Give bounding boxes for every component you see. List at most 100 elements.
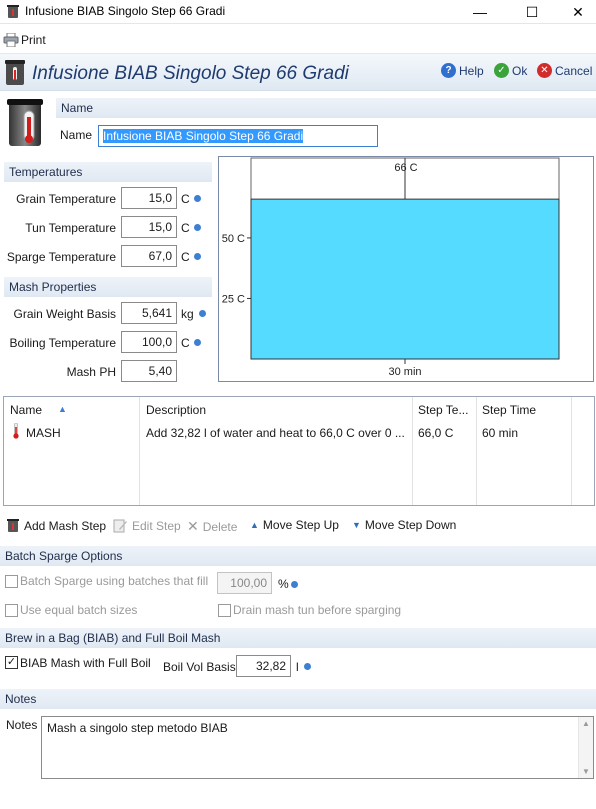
grain-weight-label: Grain Weight Basis bbox=[13, 307, 117, 321]
column-header-name[interactable]: Name bbox=[10, 403, 42, 417]
column-header-step-time[interactable]: Step Time bbox=[482, 403, 536, 417]
printer-icon[interactable] bbox=[3, 33, 19, 47]
mash-profile-area bbox=[250, 198, 560, 360]
boiling-temp-input[interactable]: 100,0 bbox=[121, 331, 177, 353]
unit-dot-icon[interactable] bbox=[194, 253, 201, 260]
column-header-description[interactable]: Description bbox=[146, 403, 206, 417]
move-step-up-label: Move Step Up bbox=[262, 518, 339, 532]
sort-ascending-icon: ▲ bbox=[58, 404, 67, 414]
column-separator bbox=[412, 397, 413, 505]
mash-ph-label: Mash PH bbox=[66, 365, 116, 379]
scroll-down-icon[interactable]: ▼ bbox=[582, 767, 590, 776]
add-mash-step-label: Add Mash Step bbox=[24, 518, 107, 533]
sparge-temp-label: Sparge Temperature bbox=[6, 250, 116, 264]
grain-weight-input[interactable]: 5,641 bbox=[121, 302, 177, 324]
sparge-temp-unit: C bbox=[181, 250, 190, 264]
checkmark-icon: ✓ bbox=[494, 63, 509, 78]
temperatures-header: Temperatures bbox=[4, 162, 212, 182]
biab-header: Brew in a Bag (BIAB) and Full Boil Mash bbox=[0, 628, 596, 648]
move-step-down-button[interactable]: ▼ Move Step Down bbox=[352, 518, 456, 532]
drain-mash-checkbox[interactable] bbox=[218, 604, 231, 617]
unit-dot-icon[interactable] bbox=[199, 310, 206, 317]
ok-label: Ok bbox=[512, 63, 528, 78]
unit-dot-icon[interactable] bbox=[291, 581, 298, 588]
move-step-up-button[interactable]: ▲ Move Step Up bbox=[250, 518, 339, 532]
notes-scrollbar[interactable]: ▲ ▼ bbox=[578, 717, 593, 778]
equal-batch-checkbox[interactable] bbox=[5, 604, 18, 617]
boil-vol-unit: l bbox=[296, 660, 299, 674]
ok-button[interactable]: ✓ Ok bbox=[494, 63, 527, 78]
biab-checkbox[interactable]: ✓ bbox=[5, 656, 18, 669]
drain-mash-label: Drain mash tun before sparging bbox=[233, 603, 402, 617]
boil-vol-label: Boil Vol Basis bbox=[163, 660, 236, 674]
edit-icon bbox=[113, 519, 127, 533]
boiling-temp-label: Boiling Temperature bbox=[9, 336, 116, 350]
title-bar: Infusione BIAB Singolo Step 66 Gradi — ☐… bbox=[0, 0, 596, 24]
maximize-button[interactable]: ☐ bbox=[509, 0, 555, 24]
column-separator bbox=[571, 397, 572, 505]
tun-temp-label: Tun Temperature bbox=[25, 221, 116, 235]
cancel-label: Cancel bbox=[555, 63, 593, 78]
table-row[interactable]: MASH Add 32,82 l of water and heat to 66… bbox=[4, 421, 594, 443]
help-label: Help bbox=[459, 63, 484, 78]
mash-profile-chart-svg: 50 C 25 C 30 min 66 C bbox=[222, 157, 560, 378]
window-title: Infusione BIAB Singolo Step 66 Gradi bbox=[25, 4, 226, 18]
y-tick-label: 50 C bbox=[222, 233, 245, 245]
print-button[interactable]: Print bbox=[21, 33, 46, 47]
scroll-up-icon[interactable]: ▲ bbox=[582, 719, 590, 728]
equal-batch-label: Use equal batch sizes bbox=[20, 603, 138, 617]
help-button[interactable]: ? Help bbox=[441, 63, 484, 78]
name-section-header: Name bbox=[56, 98, 596, 118]
name-input[interactable]: Infusione BIAB Singolo Step 66 Gradi bbox=[98, 125, 378, 147]
delete-x-icon: ✕ bbox=[187, 518, 199, 534]
step-description: Add 32,82 l of water and heat to 66,0 C … bbox=[146, 426, 405, 440]
unit-dot-icon[interactable] bbox=[304, 663, 311, 670]
grain-temp-input[interactable]: 15,0 bbox=[121, 187, 177, 209]
batch-sparge-checkbox[interactable] bbox=[5, 575, 18, 588]
dialog-header: Infusione BIAB Singolo Step 66 Gradi ? H… bbox=[0, 53, 596, 91]
edit-step-button[interactable]: Edit Step bbox=[113, 518, 181, 533]
batch-sparge-label: Batch Sparge using batches that fill bbox=[20, 574, 209, 588]
unit-dot-icon[interactable] bbox=[194, 195, 201, 202]
batch-fill-input[interactable]: 100,00 bbox=[217, 572, 272, 594]
cancel-button[interactable]: ✕ Cancel bbox=[537, 63, 592, 78]
mash-profile-chart: 50 C 25 C 30 min 66 C bbox=[218, 156, 594, 382]
tun-temp-input[interactable]: 15,0 bbox=[121, 216, 177, 238]
triangle-up-icon: ▲ bbox=[250, 520, 259, 530]
help-icon: ? bbox=[441, 63, 456, 78]
mash-ph-input[interactable]: 5,40 bbox=[121, 360, 177, 382]
batch-fill-unit: % bbox=[278, 577, 289, 591]
notes-textarea[interactable]: Mash a singolo step metodo BIAB ▲ ▼ bbox=[41, 716, 594, 779]
column-header-step-temp[interactable]: Step Te... bbox=[418, 403, 468, 417]
delete-button[interactable]: ✕ Delete bbox=[187, 518, 237, 535]
mash-tun-icon bbox=[7, 5, 19, 18]
mash-tun-large-icon bbox=[7, 99, 43, 146]
notes-header: Notes bbox=[0, 689, 596, 709]
add-mash-step-button[interactable]: Add Mash Step bbox=[6, 518, 106, 533]
close-window-button[interactable]: ✕ bbox=[555, 0, 596, 24]
delete-label: Delete bbox=[202, 519, 238, 534]
cancel-icon: ✕ bbox=[537, 63, 552, 78]
boil-vol-input[interactable]: 32,82 bbox=[236, 655, 291, 677]
tun-temp-unit: C bbox=[181, 221, 190, 235]
mash-tun-icon bbox=[5, 60, 25, 85]
notes-text: Mash a singolo step metodo BIAB bbox=[47, 721, 228, 735]
mash-properties-header: Mash Properties bbox=[4, 277, 212, 297]
unit-dot-icon[interactable] bbox=[194, 224, 201, 231]
sparge-temp-input[interactable]: 67,0 bbox=[121, 245, 177, 267]
unit-dot-icon[interactable] bbox=[194, 339, 201, 346]
move-step-down-label: Move Step Down bbox=[364, 518, 457, 532]
minimize-button[interactable]: — bbox=[457, 0, 503, 24]
edit-step-label: Edit Step bbox=[132, 518, 181, 533]
step-name: MASH bbox=[26, 426, 61, 440]
boiling-temp-unit: C bbox=[181, 336, 190, 350]
step-temp: 66,0 C bbox=[418, 426, 454, 440]
grain-weight-unit: kg bbox=[181, 307, 194, 321]
step-time: 60 min bbox=[482, 426, 519, 440]
step-temp-annotation: 66 C bbox=[394, 162, 417, 174]
grain-temp-unit: C bbox=[181, 192, 190, 206]
grain-temp-label: Grain Temperature bbox=[16, 192, 116, 206]
y-tick-label: 25 C bbox=[222, 293, 245, 305]
column-separator bbox=[139, 397, 140, 505]
mash-steps-table[interactable]: Name ▲ Description Step Te... Step Time … bbox=[3, 396, 595, 506]
